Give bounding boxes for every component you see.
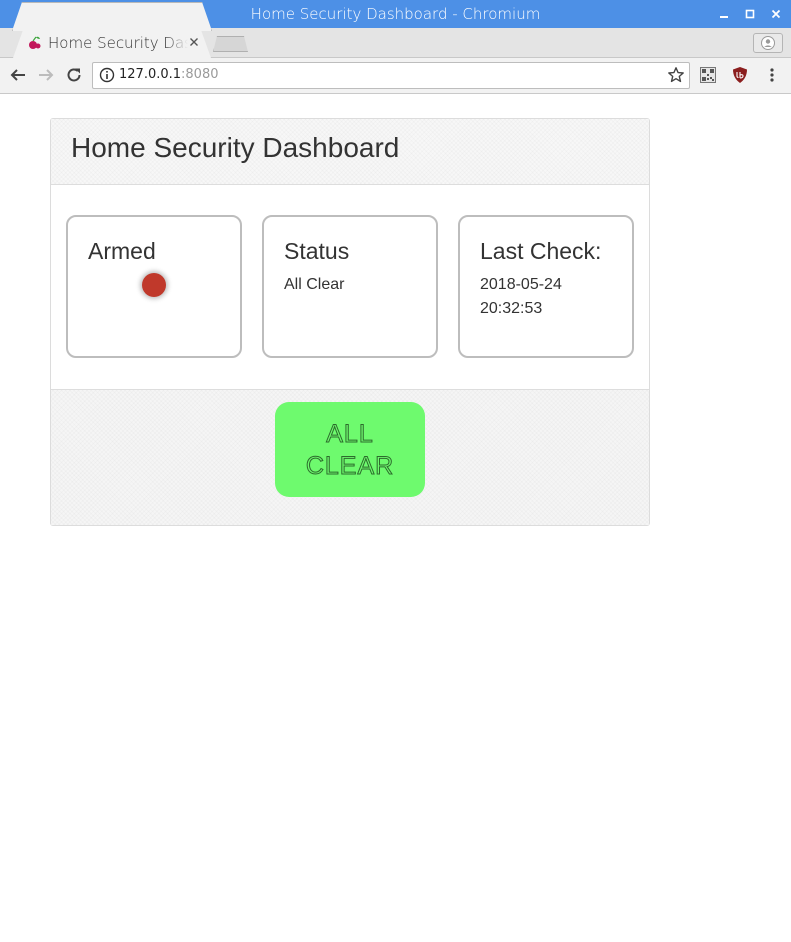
ublock-extension-button[interactable] <box>731 66 749 84</box>
panel-footer: ALL CLEAR <box>51 389 649 525</box>
dashboard-panel: Home Security Dashboard Armed Status All… <box>50 118 650 526</box>
status-card-title: Status <box>284 238 350 264</box>
last-check-card: Last Check: 2018-05-24 20:32:53 <box>458 215 634 358</box>
forward-arrow-icon <box>39 69 54 81</box>
qr-extension-button[interactable] <box>699 66 717 84</box>
bookmark-button[interactable] <box>667 66 685 84</box>
panel-body: Armed Status All Clear Last Check: 2018-… <box>51 185 649 389</box>
url-text[interactable]: 127.0.0.1:8080 <box>119 66 219 84</box>
url-host: 127.0.0.1 <box>119 67 182 82</box>
profile-button[interactable] <box>753 33 783 53</box>
new-tab-button[interactable] <box>213 36 248 52</box>
minimize-icon <box>720 16 728 18</box>
minimize-button[interactable] <box>713 0 735 28</box>
armed-indicator <box>142 273 166 297</box>
status-card: Status All Clear <box>262 215 438 358</box>
ublock-shield-icon <box>733 67 747 83</box>
armed-card: Armed <box>66 215 242 358</box>
all-clear-button[interactable]: ALL CLEAR <box>275 402 425 497</box>
tab-close-button[interactable] <box>186 34 202 50</box>
maximize-button[interactable] <box>739 0 761 28</box>
back-button[interactable] <box>7 64 29 86</box>
window-controls <box>711 0 791 28</box>
info-icon[interactable] <box>99 67 115 83</box>
raspberry-favicon-icon <box>27 35 43 51</box>
panel-header: Home Security Dashboard <box>51 119 649 185</box>
reload-icon <box>67 68 81 82</box>
all-clear-button-label: ALL CLEAR <box>305 419 395 480</box>
profile-icon <box>761 36 775 50</box>
close-icon <box>190 38 198 46</box>
tab-title: Home Security Dashboard <box>48 34 188 52</box>
maximize-icon <box>745 9 755 19</box>
forward-button[interactable] <box>35 64 57 86</box>
status-value: All Clear <box>284 276 345 293</box>
last-check-value: 2018-05-24 20:32:53 <box>480 276 562 317</box>
url-port: :8080 <box>181 67 219 82</box>
page-title: Home Security Dashboard <box>71 132 400 163</box>
back-arrow-icon <box>10 69 25 81</box>
last-check-card-title: Last Check: <box>480 238 602 264</box>
armed-card-title: Armed <box>88 238 156 264</box>
qr-code-icon <box>700 67 716 83</box>
browser-menu-button[interactable] <box>763 66 781 84</box>
star-icon <box>668 67 684 83</box>
vertical-dots-icon <box>770 68 774 82</box>
tab-border <box>12 2 212 31</box>
reload-button[interactable] <box>63 64 85 86</box>
close-icon <box>771 9 781 19</box>
close-window-button[interactable] <box>765 0 787 28</box>
